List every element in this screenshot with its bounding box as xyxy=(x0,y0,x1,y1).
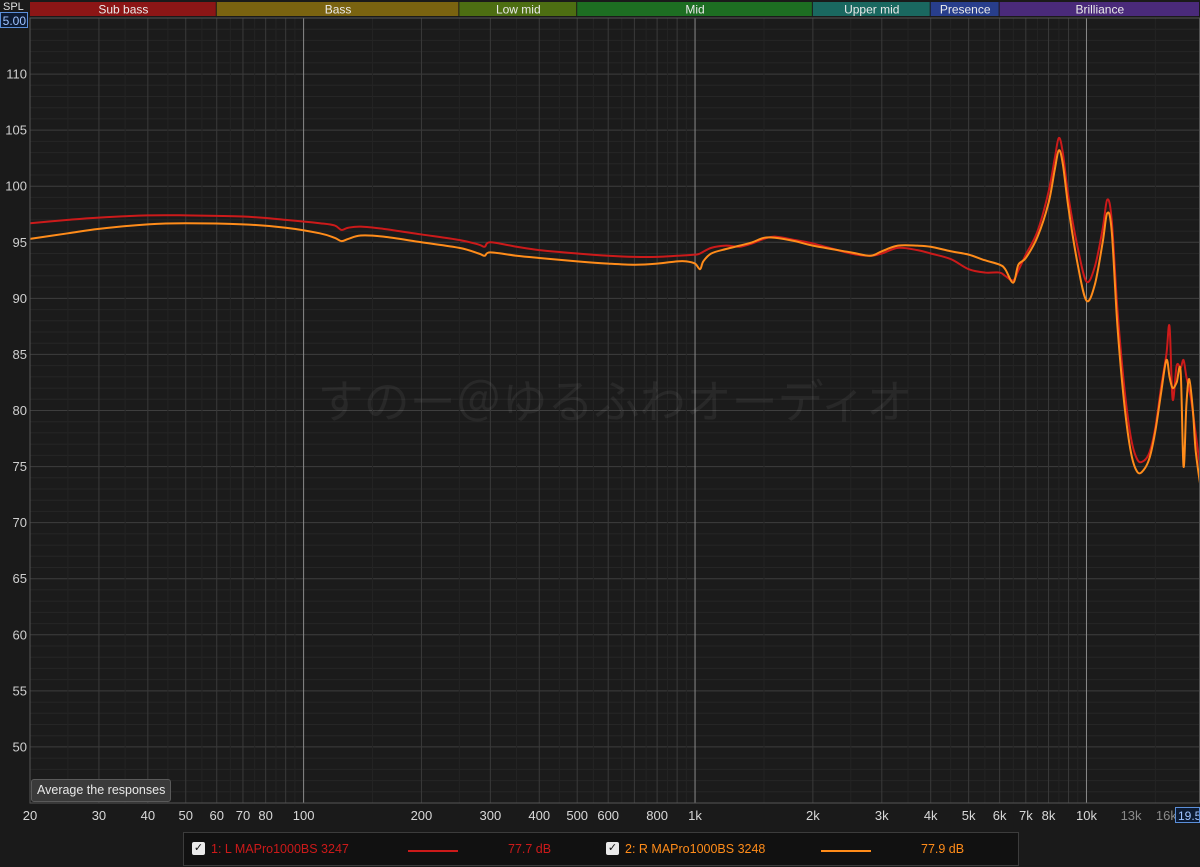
band-label: Sub bass xyxy=(98,3,148,17)
legend-level-value: 77.7 dB xyxy=(508,842,552,856)
legend-item-name: 1: L MAPro1000BS 3247 xyxy=(211,842,349,856)
band-label: Brilliance xyxy=(1075,3,1124,17)
y-tick-label: 105 xyxy=(5,123,27,138)
y-tick-label: 75 xyxy=(13,459,27,474)
x-tick-label: 3k xyxy=(875,808,889,823)
legend-line-swatch xyxy=(408,850,458,852)
average-responses-button[interactable]: Average the responses xyxy=(31,779,172,802)
checkbox-icon[interactable]: ✓ xyxy=(606,842,619,855)
legend-index: 2: xyxy=(625,842,636,856)
band-label: Mid xyxy=(685,3,704,17)
x-tick-label: 60 xyxy=(210,808,224,823)
x-tick-label: 1k xyxy=(688,808,702,823)
x-tick-label: 10k xyxy=(1076,808,1097,823)
x-tick-label: 5k xyxy=(962,808,976,823)
band-label: Bass xyxy=(325,3,352,17)
x-tick-label: 600 xyxy=(597,808,619,823)
x-tick-label: 20 xyxy=(23,808,37,823)
x-tick-label: 400 xyxy=(528,808,550,823)
legend-item-left[interactable]: ✓ 1: L MAPro1000BS 3247 77.7 dB xyxy=(184,833,594,865)
y-top-value-field[interactable]: 5.00 xyxy=(0,12,28,28)
watermark-text: すのー＠ゆるふわオーディオ xyxy=(318,375,913,429)
legend-name: R MAPro1000BS 3248 xyxy=(638,842,766,856)
legend-name: L MAPro1000BS 3247 xyxy=(224,842,349,856)
x-tick-label: 800 xyxy=(646,808,668,823)
legend-line-swatch xyxy=(821,850,871,852)
y-tick-label: 55 xyxy=(13,683,27,698)
y-tick-label: 90 xyxy=(13,291,27,306)
legend-index: 1: xyxy=(211,842,222,856)
legend-item-name: 2: R MAPro1000BS 3248 xyxy=(625,842,765,856)
y-tick-label: 110 xyxy=(6,67,27,82)
y-tick-label: 65 xyxy=(13,571,27,586)
x-tick-label: 30 xyxy=(92,808,106,823)
x-tick-label: 70 xyxy=(236,808,250,823)
x-tick-label: 40 xyxy=(141,808,155,823)
y-tick-label: 95 xyxy=(13,235,27,250)
y-tick-label: 60 xyxy=(13,627,27,642)
frequency-response-window: Sub bass Bass Low mid Mid Upper mid Presence B… xyxy=(0,0,1200,867)
y-tick-label: 80 xyxy=(13,403,27,418)
legend-level-value: 77.9 dB xyxy=(921,842,965,856)
x-tick-label: 300 xyxy=(480,808,502,823)
y-tick-label: 50 xyxy=(13,739,27,754)
x-tick-label: 4k xyxy=(924,808,938,823)
x-tick-label: 50 xyxy=(179,808,193,823)
x-tick-label: 2k xyxy=(806,808,820,823)
x-tick-label: 6k xyxy=(993,808,1007,823)
x-tick-label: 80 xyxy=(258,808,272,823)
band-label: Low mid xyxy=(496,3,541,17)
x-end-value-field[interactable]: 19.5 xyxy=(1175,807,1200,823)
y-tick-label: 100 xyxy=(5,179,27,194)
y-tick-label: 85 xyxy=(13,347,27,362)
x-tick-label: 100 xyxy=(293,808,315,823)
x-tick-label: 13k xyxy=(1121,808,1142,823)
y-tick-label: 70 xyxy=(13,515,27,530)
x-tick-label: 8k xyxy=(1042,808,1056,823)
x-tick-label: 200 xyxy=(411,808,433,823)
legend-bar: ✓ 1: L MAPro1000BS 3247 77.7 dB ✓ 2: R M… xyxy=(183,832,1019,866)
legend-item-right[interactable]: ✓ 2: R MAPro1000BS 3248 77.9 dB xyxy=(598,833,1018,865)
x-tick-label: 7k xyxy=(1019,808,1033,823)
band-label: Upper mid xyxy=(844,3,899,17)
frequency-response-chart: Sub bass Bass Low mid Mid Upper mid Presence B… xyxy=(5,2,1200,823)
x-tick-label: 500 xyxy=(566,808,588,823)
checkbox-icon[interactable]: ✓ xyxy=(192,842,205,855)
band-label: Presence xyxy=(940,3,991,17)
